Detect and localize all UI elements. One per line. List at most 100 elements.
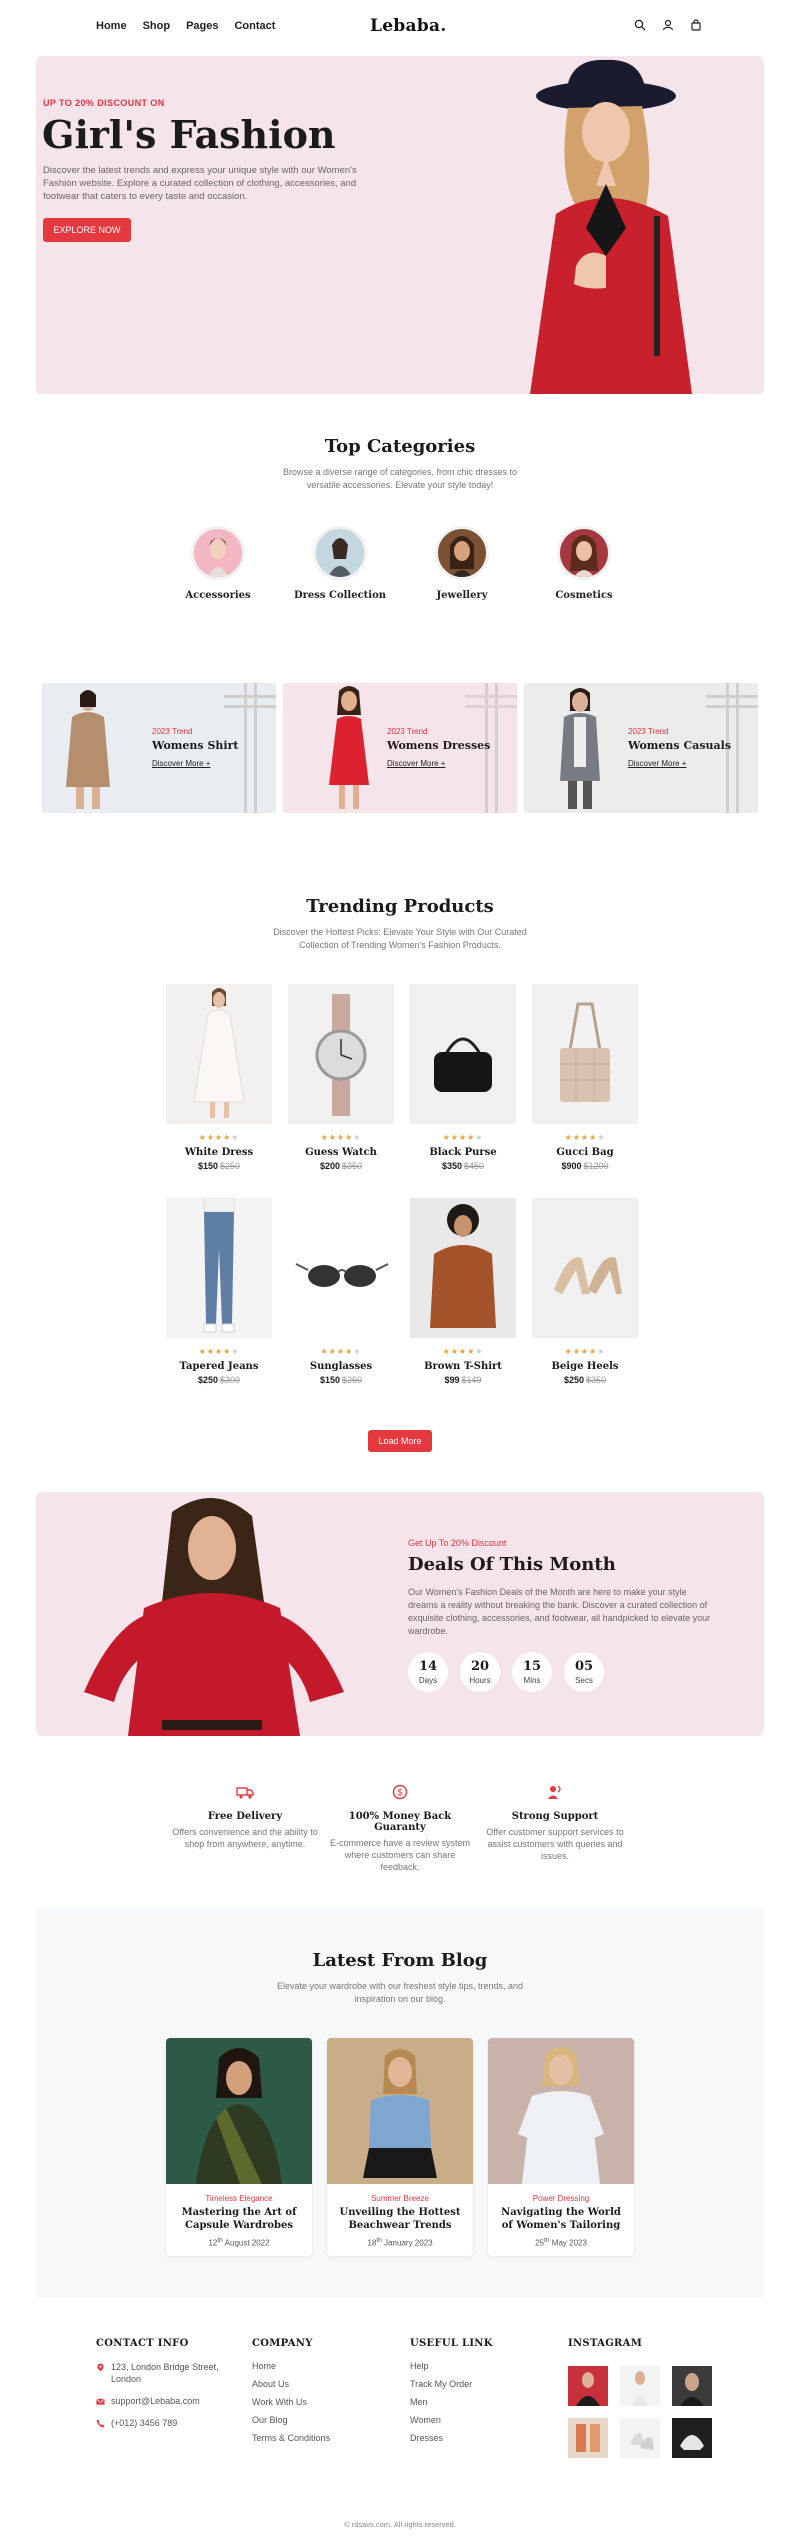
footer-instagram: INSTAGRAM — [568, 2338, 642, 2349]
blog-date: 18th January 2023 — [367, 2237, 433, 2248]
blog-post-title[interactable]: Unveiling the Hottest Beachwear Trends — [327, 2206, 473, 2232]
product-card[interactable]: ★★★★★ Brown T-Shirt $99 $149 — [410, 1198, 516, 1385]
blog-image — [166, 2038, 312, 2184]
footer-link[interactable]: Terms & Conditions — [252, 2433, 330, 2443]
instagram-photo[interactable] — [672, 2366, 712, 2406]
categories-title: Top Categories — [324, 436, 476, 457]
footer-link[interactable]: Help — [410, 2361, 493, 2371]
blog-card[interactable]: Summer Breeze Unveiling the Hottest Beac… — [327, 2038, 473, 2256]
category-image — [435, 526, 489, 580]
footer-link[interactable]: Track My Order — [410, 2379, 493, 2389]
product-card[interactable]: ★★★★★ Guess Watch $200 $350 — [288, 984, 394, 1171]
discover-more-link[interactable]: Discover More + — [152, 759, 210, 768]
load-more-button[interactable]: Load More — [368, 1430, 432, 1452]
blog-card[interactable]: Timeless Elegance Mastering the Art of C… — [166, 2038, 312, 2256]
footer-link[interactable]: Dresses — [410, 2433, 493, 2443]
promo-model-image — [66, 690, 110, 809]
discover-more-link[interactable]: Discover More + — [628, 759, 686, 768]
instagram-photo[interactable] — [672, 2418, 712, 2458]
promo-card-shirt[interactable]: 2023 Trend Womens Shirt Discover More + — [42, 683, 276, 813]
footer-link[interactable]: About Us — [252, 2379, 330, 2389]
footer-link[interactable]: Our Blog — [252, 2415, 330, 2425]
rating-stars: ★★★★★ — [442, 1133, 484, 1142]
footer-phone[interactable]: (+012) 3456 789 — [111, 2417, 177, 2429]
nav-home[interactable]: Home — [96, 20, 127, 32]
product-card[interactable]: ★★★★★ Tapered Jeans $250 $300 — [166, 1198, 272, 1385]
footer-link[interactable]: Men — [410, 2397, 493, 2407]
product-price: $250 $300 — [197, 1375, 241, 1385]
timer-hours: 20 Hours — [460, 1652, 500, 1692]
discover-more-link[interactable]: Discover More + — [387, 759, 445, 768]
footer-link[interactable]: Home — [252, 2361, 330, 2371]
hero-title: Girl's Fashion — [42, 112, 336, 157]
category-label: Cosmetics — [555, 590, 613, 601]
search-icon[interactable] — [634, 19, 646, 31]
instagram-photo[interactable] — [620, 2418, 660, 2458]
product-card[interactable]: ★★★★★ Beige Heels $250 $350 — [532, 1198, 638, 1385]
product-name: Sunglasses — [309, 1361, 373, 1372]
category-image — [313, 526, 367, 580]
category-cosmetics[interactable]: Cosmetics — [534, 526, 634, 601]
footer-heading: COMPANY — [252, 2338, 313, 2349]
deals-description: Our Women's Fashion Deals of the Month a… — [408, 1587, 711, 1636]
deals-banner: Get Up To 20% Discount Deals Of This Mon… — [36, 1492, 764, 1736]
feature-title: Strong Support — [511, 1811, 599, 1822]
feature-support: Strong Support Offer customer support se… — [480, 1784, 630, 1862]
category-jewellery[interactable]: Jewellery — [412, 526, 512, 601]
footer-link[interactable]: Women — [410, 2415, 493, 2425]
truck-icon — [236, 1787, 254, 1799]
instagram-photo[interactable] — [568, 2418, 608, 2458]
product-price: $350 $450 — [441, 1161, 485, 1171]
blog-card[interactable]: Power Dressing Navigating the World of W… — [488, 2038, 634, 2256]
user-icon[interactable] — [662, 19, 674, 31]
product-name: Gucci Bag — [556, 1147, 614, 1158]
blog-post-title[interactable]: Navigating the World of Women's Tailorin… — [488, 2206, 634, 2232]
product-price: $150 $250 — [197, 1161, 241, 1171]
instagram-photo[interactable] — [620, 2366, 660, 2406]
svg-text:$: $ — [397, 1788, 402, 1798]
product-name: Black Purse — [429, 1147, 497, 1158]
explore-now-button[interactable]: EXPLORE NOW — [43, 218, 131, 242]
product-price: $250 $350 — [563, 1375, 607, 1385]
feature-title: 100% Money Back Guaranty — [348, 1811, 452, 1833]
hero-model-image — [530, 59, 692, 394]
promo-card-casuals[interactable]: 2023 Trend Womens Casuals Discover More … — [524, 683, 758, 813]
product-name: Brown T-Shirt — [424, 1361, 502, 1372]
instagram-photo[interactable] — [568, 2366, 608, 2406]
blog-post-title[interactable]: Mastering the Art of Capsule Wardrobes — [166, 2206, 312, 2232]
categories-subtitle: Browse a diverse range of categories, fr… — [282, 467, 518, 490]
product-card[interactable]: ★★★★★ Black Purse $350 $450 — [410, 984, 516, 1171]
product-image-brown-tshirt — [410, 1198, 516, 1338]
product-price: $200 $350 — [319, 1161, 363, 1171]
promo-title: Womens Dresses — [387, 739, 491, 752]
blog-image — [488, 2038, 634, 2184]
nav-pages[interactable]: Pages — [186, 20, 218, 32]
site-logo[interactable]: Lebaba. — [370, 16, 447, 36]
timer-secs: 05 Secs — [564, 1652, 604, 1692]
product-price: $150 $250 — [319, 1375, 363, 1385]
footer-link[interactable]: Work With Us — [252, 2397, 330, 2407]
nav-shop[interactable]: Shop — [143, 20, 171, 32]
promo-model-image — [560, 688, 600, 809]
products-subtitle: Discover the Hottest Picks: Elevate Your… — [273, 927, 527, 950]
blog-tag: Power Dressing — [532, 2194, 590, 2203]
footer-email[interactable]: support@Lebaba.com — [111, 2395, 200, 2407]
promo-card-dresses[interactable]: 2023 Trend Womens Dresses Discover More … — [283, 683, 517, 813]
footer-heading: USEFUL LINK — [410, 2338, 493, 2349]
product-name: Beige Heels — [551, 1361, 619, 1372]
blog-tag: Timeless Elegance — [205, 2194, 273, 2203]
product-card[interactable]: ★★★★★ Sunglasses $150 $250 — [288, 1198, 394, 1385]
money-back-icon: $ — [392, 1784, 408, 1800]
feature-desc: E-commerce have a review system where cu… — [329, 1838, 471, 1872]
product-image-gucci-bag — [532, 984, 638, 1124]
category-image — [191, 526, 245, 580]
rating-stars: ★★★★★ — [198, 1347, 240, 1356]
category-dress-collection[interactable]: Dress Collection — [290, 526, 390, 601]
bag-icon[interactable] — [690, 19, 702, 31]
product-name: Guess Watch — [305, 1147, 377, 1158]
product-card[interactable]: ★★★★★ Gucci Bag $900 $1200 — [532, 984, 638, 1171]
category-accessories[interactable]: Accessories — [168, 526, 268, 601]
product-card[interactable]: ★★★★★ White Dress $150 $250 — [166, 984, 272, 1171]
deals-kicker: Get Up To 20% Discount — [408, 1538, 507, 1548]
nav-contact[interactable]: Contact — [234, 20, 275, 32]
